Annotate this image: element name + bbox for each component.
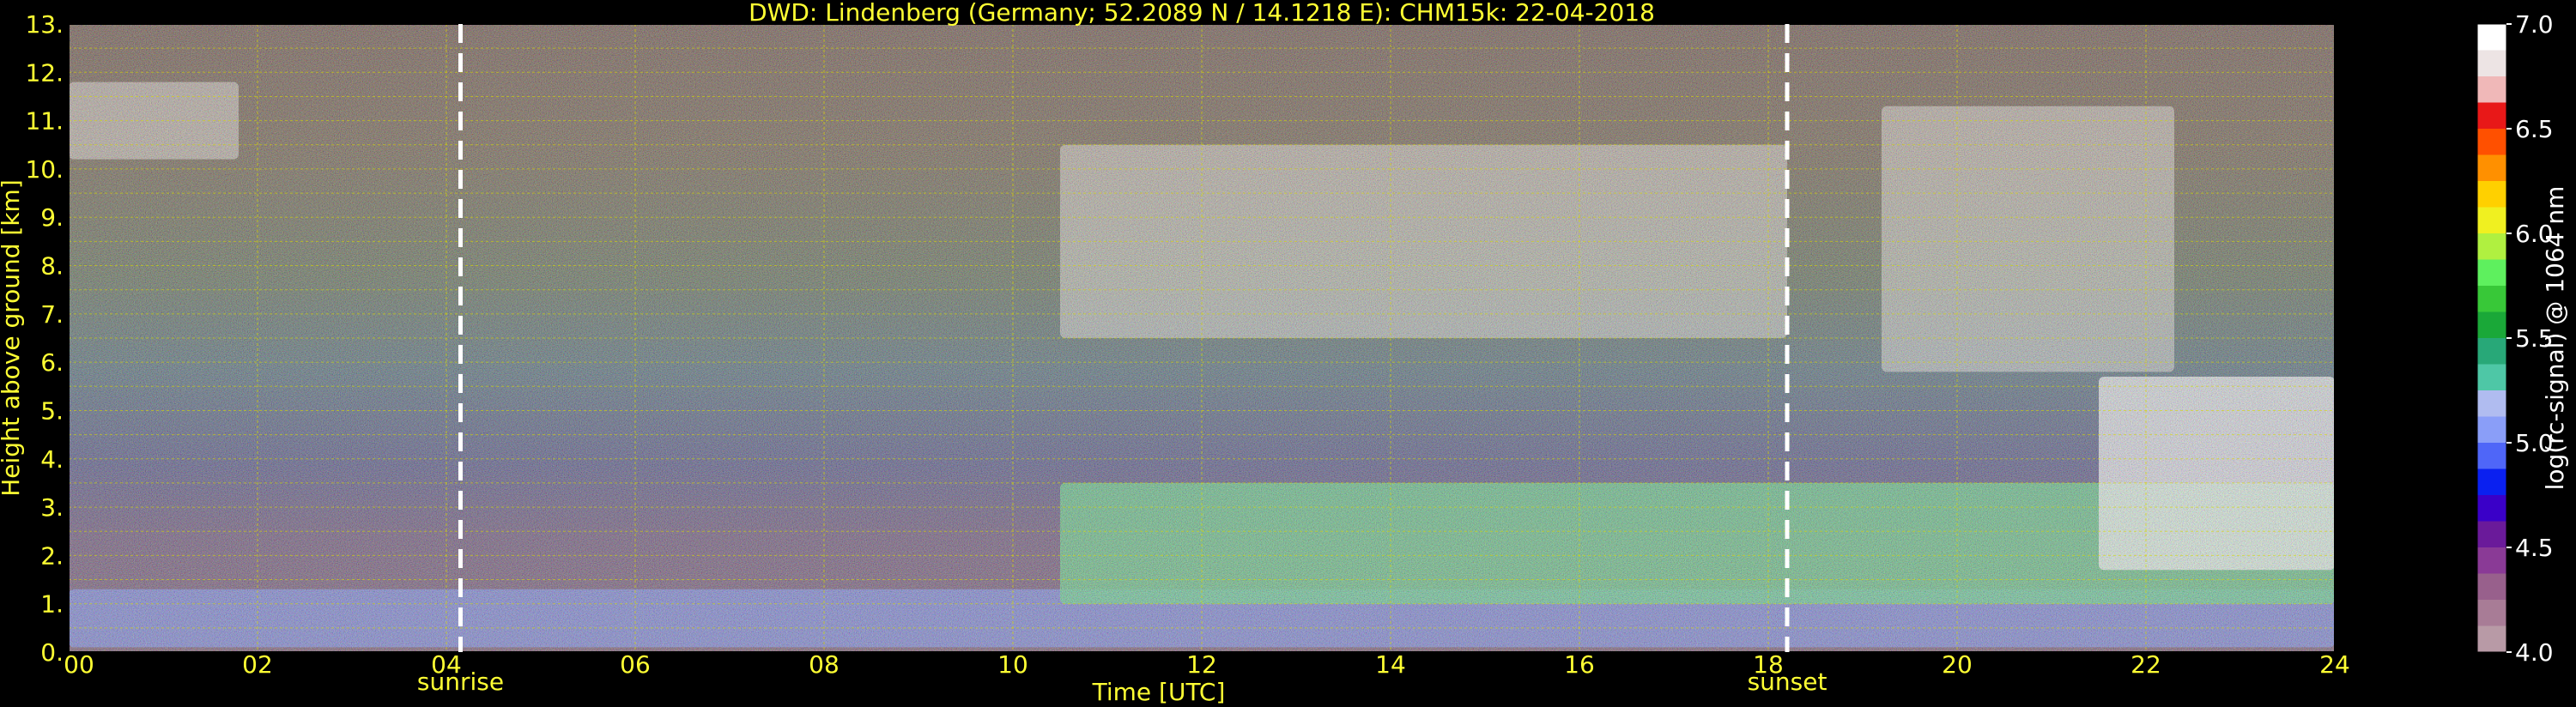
y-tick-label: 7. [40, 300, 64, 329]
lidar-chart: DWD: Lindenberg (Germany; 52.2089 N / 14… [0, 0, 2569, 706]
colorbar: 4.04.55.05.56.06.57.0 log(rc-signal) @ 1… [2476, 10, 2569, 667]
colorbar-tick-label: 7.0 [2515, 10, 2554, 39]
x-tick-label: 20 [1942, 650, 1973, 679]
colorbar-tick-label: 4.0 [2515, 638, 2554, 667]
y-tick-label: 5. [40, 396, 64, 425]
y-tick-label: 9. [40, 203, 64, 232]
x-axis-label: Time [UTC] [1092, 678, 1226, 706]
x-tick-label: 24 [2319, 650, 2350, 679]
y-axis-label: Height above ground [km] [0, 179, 25, 497]
colorbar-tick-label: 6.5 [2515, 115, 2554, 143]
y-tick-label: 4. [40, 445, 64, 474]
y-tick-label: 11. [25, 107, 64, 136]
colorbar-tick-label: 4.5 [2515, 534, 2554, 562]
y-tick-label: 3. [40, 493, 64, 522]
y-tick-labels: 0. 1. 2. 3. 4. 5. 6. 7. 8. 9. 10. 11. 12. 13. [25, 10, 64, 667]
x-tick-label: 06 [620, 650, 651, 679]
y-tick-label: 1. [40, 590, 64, 619]
x-tick-label: 12 [1186, 650, 1217, 679]
x-tick-label: 00 [64, 650, 94, 679]
y-tick-label: 10. [25, 155, 64, 184]
sunset-label: sunset [1748, 668, 1827, 696]
x-tick-labels: 00 02 04 06 08 10 12 14 16 18 20 22 24 [64, 650, 2350, 679]
chart-title: DWD: Lindenberg (Germany; 52.2089 N / 14… [749, 0, 1655, 27]
y-tick-label: 13. [25, 10, 64, 39]
x-tick-label: 14 [1375, 650, 1406, 679]
x-tick-label: 22 [2131, 650, 2161, 679]
y-tick-label: 6. [40, 348, 64, 377]
y-tick-label: 8. [40, 252, 64, 281]
x-tick-label: 16 [1564, 650, 1595, 679]
colorbar-label: log(rc-signal) @ 1064 nm [2541, 186, 2569, 491]
x-tick-label: 02 [242, 650, 273, 679]
y-tick-label: 0. [40, 638, 64, 667]
sunrise-label: sunrise [417, 668, 504, 696]
x-tick-label: 08 [809, 650, 839, 679]
colorbar-scale [2476, 23, 2507, 653]
y-tick-label: 2. [40, 541, 64, 570]
y-tick-label: 12. [25, 58, 64, 87]
x-tick-label: 10 [997, 650, 1028, 679]
